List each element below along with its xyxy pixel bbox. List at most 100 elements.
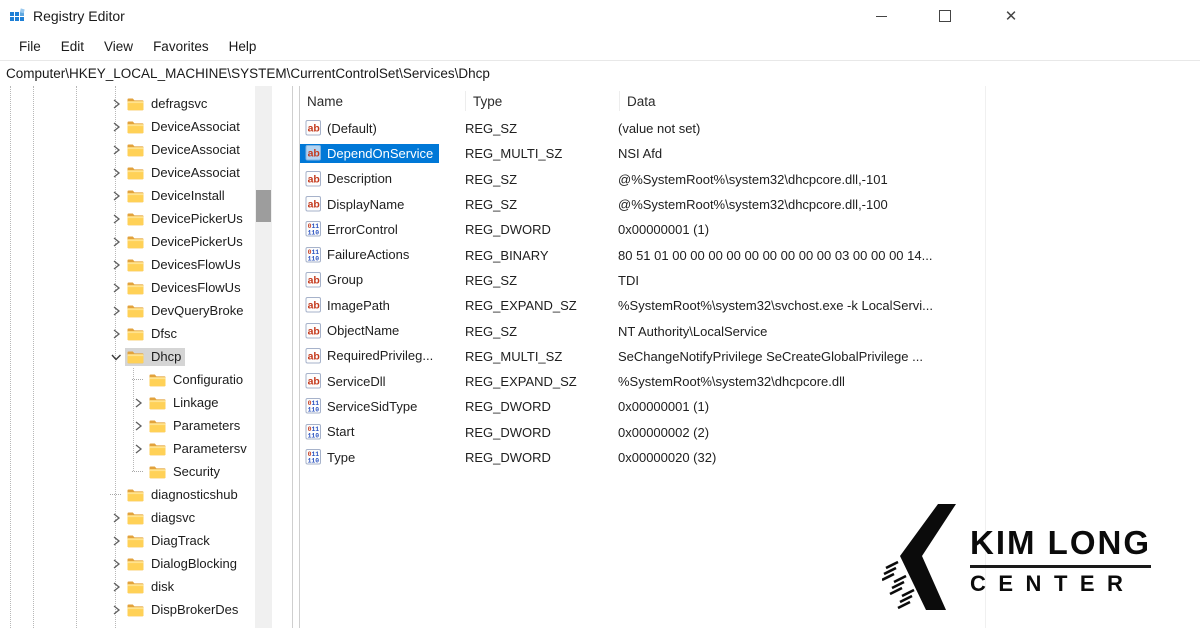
value-name[interactable]: abGroup: [300, 271, 369, 290]
chevron-right-icon[interactable]: [106, 236, 125, 248]
value-name[interactable]: abDependOnService: [300, 144, 439, 163]
value-row-description[interactable]: abDescriptionREG_SZ@%SystemRoot%\system3…: [300, 167, 1200, 192]
menu-favorites[interactable]: Favorites: [143, 36, 219, 57]
value-name[interactable]: abObjectName: [300, 322, 405, 341]
value-name[interactable]: 011110ErrorControl: [300, 220, 404, 239]
tree-item-diagsvc[interactable]: diagsvc: [0, 506, 270, 529]
folder-icon: [127, 603, 144, 617]
tree-item-devicepickerus[interactable]: DevicePickerUs: [0, 230, 270, 253]
value-name[interactable]: 011110FailureActions: [300, 246, 415, 265]
value-row-start[interactable]: 011110StartREG_DWORD0x00000002 (2): [300, 420, 1200, 445]
value-name[interactable]: abDisplayName: [300, 195, 410, 214]
tree-item-dialogblocking[interactable]: DialogBlocking: [0, 552, 270, 575]
tree-item-deviceinstall[interactable]: DeviceInstall: [0, 184, 270, 207]
menu-edit[interactable]: Edit: [51, 36, 94, 57]
menu-help[interactable]: Help: [219, 36, 267, 57]
tree-item-diagnosticshub[interactable]: diagnosticshub: [0, 483, 270, 506]
chevron-right-icon[interactable]: [106, 144, 125, 156]
chevron-right-icon[interactable]: [128, 443, 147, 455]
tree-item-diagtrack[interactable]: DiagTrack: [0, 529, 270, 552]
tree-scrollbar[interactable]: [255, 86, 272, 628]
chevron-right-icon[interactable]: [106, 190, 125, 202]
panel-splitter[interactable]: [292, 86, 300, 628]
value-row-servicesidtype[interactable]: 011110ServiceSidTypeREG_DWORD0x00000001 …: [300, 394, 1200, 419]
maximize-button[interactable]: [928, 0, 962, 32]
chevron-right-icon[interactable]: [106, 167, 125, 179]
tree-item-deviceassociat[interactable]: DeviceAssociat: [0, 115, 270, 138]
tree-item-dispbrokerdes[interactable]: DispBrokerDes: [0, 598, 270, 621]
tree-item-devicesflowus[interactable]: DevicesFlowUs: [0, 276, 270, 299]
tree-item-dfsc[interactable]: Dfsc: [0, 322, 270, 345]
folder-icon: [127, 143, 144, 157]
value-data: TDI: [618, 273, 1200, 288]
tree-item-label: DeviceAssociat: [149, 164, 244, 182]
value-name[interactable]: abDescription: [300, 170, 398, 189]
chevron-right-icon[interactable]: [106, 558, 125, 570]
chevron-right-icon[interactable]: [106, 581, 125, 593]
tree-scrollbar-thumb[interactable]: [256, 190, 271, 222]
titlebar: Registry Editor ✕: [0, 0, 1200, 32]
chevron-right-icon[interactable]: [106, 512, 125, 524]
folder-icon: [127, 120, 144, 134]
value-name[interactable]: abRequiredPrivileg...: [300, 347, 439, 366]
tree-item-parametersv[interactable]: Parametersv: [0, 437, 270, 460]
column-header-name[interactable]: Name: [300, 91, 466, 111]
value-name[interactable]: 011110Type: [300, 448, 361, 467]
chevron-right-icon[interactable]: [128, 420, 147, 432]
address-bar[interactable]: Computer\HKEY_LOCAL_MACHINE\SYSTEM\Curre…: [0, 60, 1200, 87]
chevron-down-icon[interactable]: [106, 351, 125, 363]
value-data: 0x00000001 (1): [618, 222, 1200, 237]
tree-item-linkage[interactable]: Linkage: [0, 391, 270, 414]
value-name[interactable]: abServiceDll: [300, 372, 392, 391]
tree-item-devicesflowus[interactable]: DevicesFlowUs: [0, 253, 270, 276]
value-name[interactable]: 011110Start: [300, 423, 360, 442]
chevron-right-icon[interactable]: [106, 98, 125, 110]
chevron-right-icon[interactable]: [106, 259, 125, 271]
folder-icon: [127, 166, 144, 180]
value-name[interactable]: ab(Default): [300, 119, 383, 138]
chevron-right-icon[interactable]: [106, 282, 125, 294]
value-name[interactable]: abImagePath: [300, 296, 396, 315]
menu-view[interactable]: View: [94, 36, 143, 57]
value-row-servicedll[interactable]: abServiceDllREG_EXPAND_SZ%SystemRoot%\sy…: [300, 369, 1200, 394]
folder-icon: [149, 465, 166, 479]
column-header-data[interactable]: Data: [620, 91, 1200, 111]
value-row-displayname[interactable]: abDisplayNameREG_SZ@%SystemRoot%\system3…: [300, 192, 1200, 217]
column-header-type[interactable]: Type: [466, 91, 620, 111]
svg-text:ab: ab: [308, 148, 320, 160]
chevron-right-icon[interactable]: [106, 604, 125, 616]
value-row-failureactions[interactable]: 011110FailureActionsREG_BINARY80 51 01 0…: [300, 242, 1200, 267]
chevron-right-icon[interactable]: [106, 535, 125, 547]
tree-item-configuratio[interactable]: Configuratio: [0, 368, 270, 391]
tree-item-disk[interactable]: disk: [0, 575, 270, 598]
menu-file[interactable]: File: [9, 36, 51, 57]
chevron-right-icon[interactable]: [106, 305, 125, 317]
value-row-type[interactable]: 011110TypeREG_DWORD0x00000020 (32): [300, 445, 1200, 470]
tree-item-deviceassociat[interactable]: DeviceAssociat: [0, 138, 270, 161]
value-row--default-[interactable]: ab(Default)REG_SZ(value not set): [300, 116, 1200, 141]
value-row-requiredprivileg-[interactable]: abRequiredPrivileg...REG_MULTI_SZSeChang…: [300, 344, 1200, 369]
value-row-errorcontrol[interactable]: 011110ErrorControlREG_DWORD0x00000001 (1…: [300, 217, 1200, 242]
chevron-right-icon[interactable]: [128, 397, 147, 409]
chevron-right-icon[interactable]: [106, 213, 125, 225]
tree-item-defragsvc[interactable]: defragsvc: [0, 92, 270, 115]
value-row-objectname[interactable]: abObjectNameREG_SZNT Authority\LocalServ…: [300, 318, 1200, 343]
chevron-right-icon[interactable]: [106, 328, 125, 340]
tree-item-dhcp[interactable]: Dhcp: [0, 345, 270, 368]
tree-item-devquerybroke[interactable]: DevQueryBroke: [0, 299, 270, 322]
tree-item-security[interactable]: Security: [0, 460, 270, 483]
string-value-icon: ab: [305, 272, 322, 288]
close-button[interactable]: ✕: [994, 0, 1028, 32]
chevron-right-icon[interactable]: [106, 121, 125, 133]
tree-item-deviceassociat[interactable]: DeviceAssociat: [0, 161, 270, 184]
value-row-dependonservice[interactable]: abDependOnServiceREG_MULTI_SZNSI Afd: [300, 141, 1200, 166]
value-name-cell: 011110Type: [300, 448, 465, 467]
value-type: REG_MULTI_SZ: [465, 146, 618, 161]
value-row-group[interactable]: abGroupREG_SZTDI: [300, 268, 1200, 293]
tree-item-devicepickerus[interactable]: DevicePickerUs: [0, 207, 270, 230]
binary-value-icon: 011110: [305, 247, 322, 263]
value-row-imagepath[interactable]: abImagePathREG_EXPAND_SZ%SystemRoot%\sys…: [300, 293, 1200, 318]
tree-item-parameters[interactable]: Parameters: [0, 414, 270, 437]
value-name[interactable]: 011110ServiceSidType: [300, 397, 423, 416]
minimize-button[interactable]: [864, 0, 898, 32]
